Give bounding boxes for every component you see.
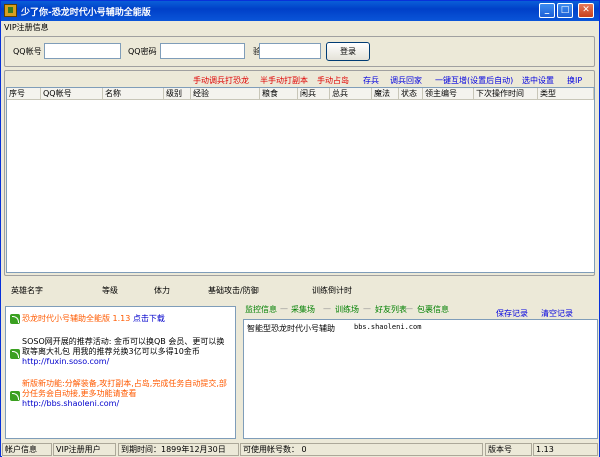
status-account-info: 帐户信息 <box>2 443 52 456</box>
tab-collect[interactable]: 采集场 <box>291 304 315 315</box>
log-url: bbs.shaoleni.com <box>354 323 422 331</box>
app-icon <box>4 4 17 17</box>
hero-attack-label: 基础攻击/防御 <box>208 286 259 295</box>
log-title: 智能型恐龙时代小号辅助 <box>247 324 335 333</box>
qq-input[interactable] <box>44 43 121 59</box>
rss-icon <box>10 314 20 324</box>
news-text: SOSO网开展的推荐活动: 金币可以换QB 会员、更可以换取等离大礼包 用我的推… <box>22 337 225 356</box>
log-tabs: 监控信息 — 采集场 — 训练场 — 好友列表 — 包裹信息 保存记录 清空记录 <box>245 304 573 319</box>
status-version: 1.13 <box>533 443 598 456</box>
tab-friends[interactable]: 好友列表 <box>375 304 407 315</box>
log-panel[interactable]: 智能型恐龙时代小号辅助 bbs.shaoleni.com <box>243 319 598 439</box>
tab-monitor[interactable]: 监控信息 <box>245 304 277 315</box>
menu-bar: VIP注册信息 <box>2 21 599 35</box>
rss-icon <box>10 391 20 401</box>
hero-stamina-label: 体力 <box>154 286 170 295</box>
menu-vip-info[interactable]: VIP注册信息 <box>4 22 49 33</box>
minimize-button[interactable]: _ <box>539 3 555 18</box>
col-qq[interactable]: QQ帐号 <box>41 88 103 100</box>
col-exp[interactable]: 经验 <box>191 88 260 100</box>
col-total-troops[interactable]: 总兵 <box>330 88 372 100</box>
store-troops-link[interactable]: 存兵 <box>363 75 379 86</box>
clear-log-link[interactable]: 清空记录 <box>541 308 573 319</box>
title-bar: 少了你-恐龙时代小号辅助全能版 _ □ ✕ <box>1 1 599 21</box>
col-idle-troops[interactable]: 闲兵 <box>298 88 330 100</box>
semi-manual-dungeon-link[interactable]: 半手动打副本 <box>260 75 308 86</box>
news-item: 恐龙时代小号辅助全能版 1.13 点击下载 <box>10 313 232 325</box>
password-input[interactable] <box>160 43 245 59</box>
qq-label: QQ帐号 <box>13 47 42 56</box>
save-log-link[interactable]: 保存记录 <box>496 308 528 319</box>
news-item: SOSO网开展的推荐活动: 金币可以换QB 会员、更可以换取等离大礼包 用我的推… <box>10 335 232 375</box>
news-text: 新版新功能:分解装备,攻打副本,占岛,完成任务自动提交,部分任务会自动接,更多功… <box>22 379 227 398</box>
password-label: QQ密码 <box>128 47 157 56</box>
status-vip: VIP注册用户 <box>53 443 116 456</box>
news-panel: 恐龙时代小号辅助全能版 1.13 点击下载 SOSO网开展的推荐活动: 金币可以… <box>5 306 236 439</box>
table-header: 序号 QQ帐号 名称 级别 经验 粮食 闲兵 总兵 魔法 状态 领主编号 下次操… <box>7 88 594 100</box>
app-window: 少了你-恐龙时代小号辅助全能版 _ □ ✕ VIP注册信息 QQ帐号 QQ密码 … <box>0 0 600 457</box>
news-link[interactable]: http://bbs.shaoleni.com/ <box>22 399 119 408</box>
accounts-table[interactable]: 序号 QQ帐号 名称 级别 经验 粮食 闲兵 总兵 魔法 状态 领主编号 下次操… <box>6 87 595 273</box>
window-title: 少了你-恐龙时代小号辅助全能版 <box>21 8 151 18</box>
col-name[interactable]: 名称 <box>103 88 164 100</box>
col-type[interactable]: 类型 <box>538 88 594 100</box>
hero-train-label: 训练倒计时 <box>312 286 352 295</box>
change-ip-link[interactable]: 换IP <box>567 75 582 86</box>
manual-island-link[interactable]: 手动占岛 <box>317 75 349 86</box>
close-button[interactable]: ✕ <box>578 3 594 18</box>
col-level[interactable]: 级别 <box>164 88 191 100</box>
download-link[interactable]: 点击下载 <box>133 314 165 323</box>
col-next-time[interactable]: 下次操作时间 <box>474 88 538 100</box>
col-food[interactable]: 粮食 <box>260 88 298 100</box>
col-lord-id[interactable]: 领主编号 <box>423 88 474 100</box>
select-settings-link[interactable]: 选中设置 <box>522 75 554 86</box>
captcha-input[interactable] <box>259 43 321 59</box>
status-version-label: 版本号 <box>485 443 532 456</box>
news-text: 恐龙时代小号辅助全能版 1.13 <box>22 314 131 323</box>
rss-icon <box>10 349 20 359</box>
news-item: 新版新功能:分解装备,攻打副本,占岛,完成任务自动提交,部分任务会自动接,更多功… <box>10 377 232 417</box>
recall-troops-link[interactable]: 调兵回家 <box>390 75 422 86</box>
status-usable-count: 可使用帐号数： 0 <box>240 443 483 456</box>
col-index[interactable]: 序号 <box>7 88 41 100</box>
tab-inventory[interactable]: 包裹信息 <box>417 304 449 315</box>
maximize-button[interactable]: □ <box>557 3 573 18</box>
login-button[interactable]: 登录 <box>326 42 370 61</box>
tab-train[interactable]: 训练场 <box>335 304 359 315</box>
hero-name-label: 英雄名字 <box>11 286 43 295</box>
status-bar: 帐户信息 VIP注册用户 到期时间：1899年12月30日 可使用帐号数： 0 … <box>2 442 599 457</box>
manual-escort-link[interactable]: 手动调兵打恐龙 <box>193 75 249 86</box>
col-status[interactable]: 状态 <box>399 88 423 100</box>
news-link[interactable]: http://fuxin.soso.com/ <box>22 357 109 366</box>
status-expire: 到期时间：1899年12月30日 <box>118 443 239 456</box>
hero-info-bar: 英雄名字 等级 体力 基础攻击/防御 训练倒计时 <box>2 277 599 301</box>
hero-level-label: 等级 <box>102 286 118 295</box>
col-magic[interactable]: 魔法 <box>372 88 399 100</box>
one-key-link[interactable]: 一键互增(设置后自动) <box>435 75 513 86</box>
